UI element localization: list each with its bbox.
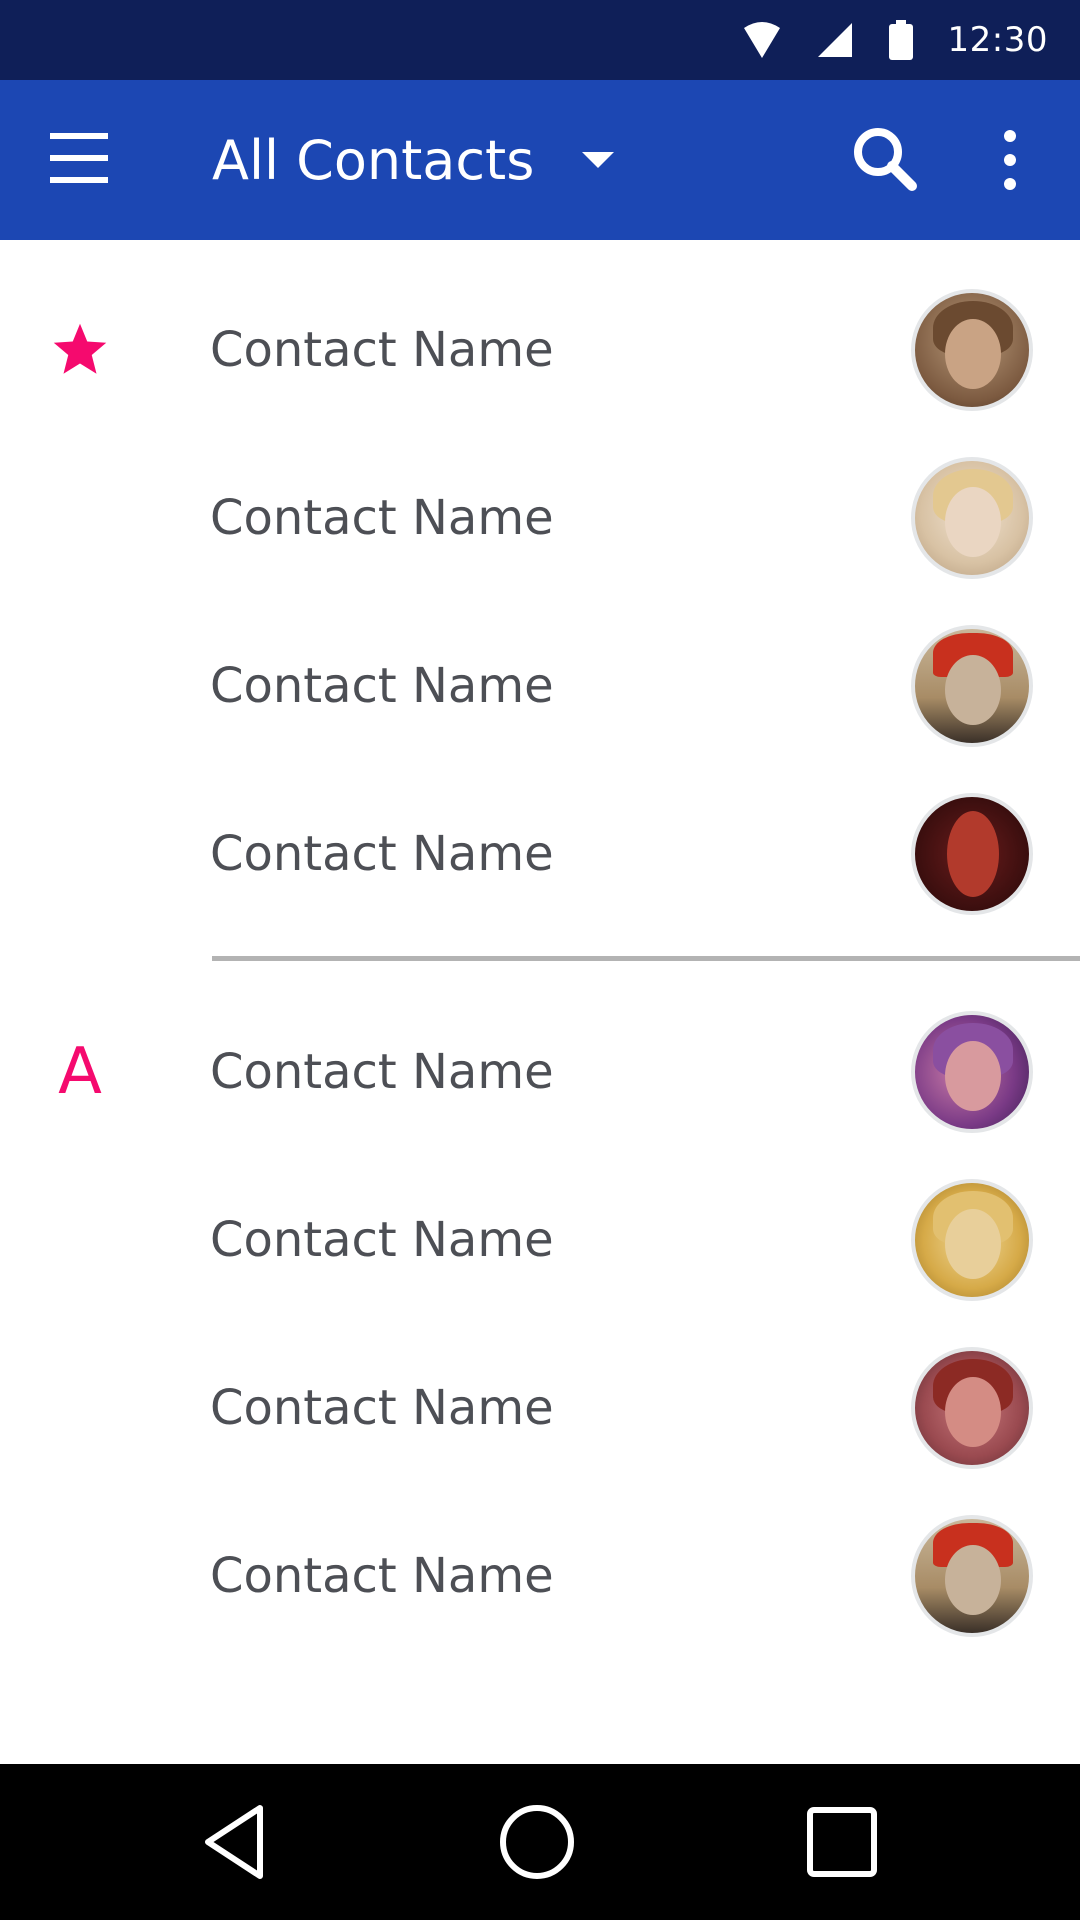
contact-row[interactable]: Contact Name [0, 602, 1080, 770]
contact-avatar [911, 1011, 1033, 1133]
contact-name: Contact Name [210, 490, 554, 546]
contact-row[interactable]: Contact Name [0, 434, 1080, 602]
contact-name: Contact Name [210, 1212, 554, 1268]
contact-avatar [911, 793, 1033, 915]
contact-avatar [911, 1347, 1033, 1469]
dropdown-caret-icon [582, 152, 615, 168]
section-divider [212, 956, 1080, 961]
contact-avatar [911, 289, 1033, 411]
battery-icon [888, 20, 913, 60]
contact-row[interactable]: A Contact Name [0, 988, 1080, 1156]
contact-name: Contact Name [210, 658, 554, 714]
back-icon[interactable] [198, 1802, 278, 1882]
section-header: A [40, 988, 120, 1156]
contact-avatar [911, 625, 1033, 747]
status-bar: 12:30 [0, 0, 1080, 80]
status-icons: 12:30 [708, 0, 1048, 80]
recents-icon[interactable] [802, 1802, 882, 1882]
contact-row[interactable]: Contact Name [0, 1156, 1080, 1324]
status-time: 12:30 [947, 20, 1048, 60]
contact-avatar [911, 1179, 1033, 1301]
contact-row[interactable]: Contact Name [0, 266, 1080, 434]
app-bar-title: All Contacts [212, 128, 535, 192]
contact-row[interactable]: Contact Name [0, 1324, 1080, 1492]
contact-avatar [911, 1515, 1033, 1637]
star-icon [53, 323, 107, 374]
contact-row[interactable]: Contact Name [0, 1492, 1080, 1660]
contacts-filter-dropdown[interactable]: All Contacts [212, 118, 615, 202]
navigation-bar [0, 1764, 1080, 1920]
phone-screen: 12:30 All Contacts Contact Name Contact … [0, 0, 1080, 1920]
section-letter: A [58, 1035, 102, 1109]
wifi-icon [743, 22, 780, 58]
contact-name: Contact Name [210, 322, 554, 378]
app-bar: All Contacts [0, 80, 1080, 240]
home-icon[interactable] [497, 1802, 577, 1882]
contact-name: Contact Name [210, 1548, 554, 1604]
menu-icon[interactable] [50, 133, 108, 187]
contact-name: Contact Name [210, 1380, 554, 1436]
section-header [40, 266, 120, 434]
contact-name: Contact Name [210, 1044, 554, 1100]
more-vert-icon[interactable] [990, 122, 1030, 198]
contact-row[interactable]: Contact Name [0, 770, 1080, 938]
contact-name: Contact Name [210, 826, 554, 882]
search-icon[interactable] [848, 122, 924, 198]
contact-avatar [911, 457, 1033, 579]
cell-signal-icon [817, 23, 852, 57]
